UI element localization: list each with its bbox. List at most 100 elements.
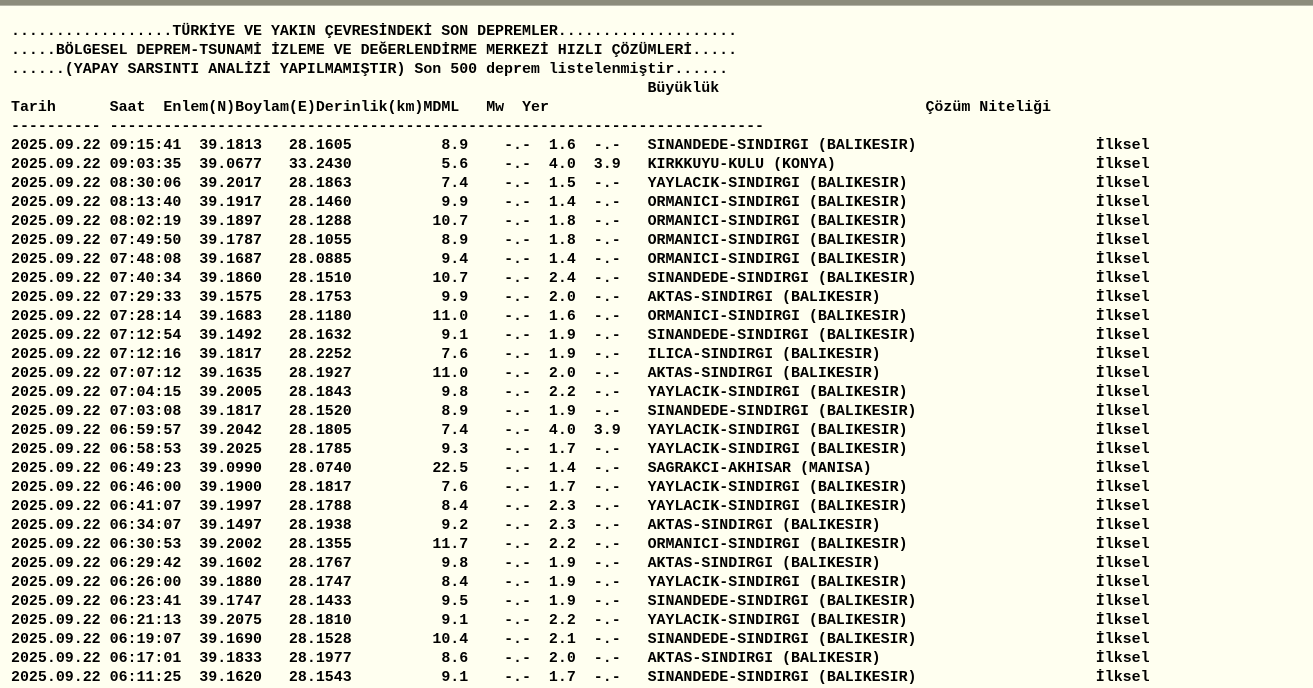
cell-tarih: 2025.09.22 bbox=[11, 499, 101, 515]
table-row: 2025.09.22 08:30:06 39.2017 28.1863 7.4 … bbox=[11, 176, 1150, 192]
cell-saat: 08:30:06 bbox=[109, 176, 182, 192]
cell-md: -.- bbox=[504, 442, 531, 458]
cell-saat: 07:40:34 bbox=[109, 271, 182, 287]
cell-mw: -.- bbox=[593, 252, 621, 268]
table-row: 2025.09.22 07:03:08 39.1817 28.1520 8.9 … bbox=[11, 404, 1150, 420]
cell-boylam: 28.1938 bbox=[288, 518, 352, 534]
cell-yer: SINANDEDE-SINDIRGI (BALIKESIR) bbox=[647, 138, 917, 154]
cell-tarih: 2025.09.22 bbox=[11, 252, 101, 268]
cell-enlem: 39.2025 bbox=[199, 442, 263, 458]
cell-tarih: 2025.09.22 bbox=[11, 404, 101, 420]
separator-tarih: ---------- bbox=[11, 119, 101, 135]
cell-derinlik: 11.0 bbox=[432, 366, 469, 382]
cell-yer: SINANDEDE-SINDIRGI (BALIKESIR) bbox=[647, 404, 917, 420]
cell-boylam: 28.1605 bbox=[288, 138, 352, 154]
cell-tarih: 2025.09.22 bbox=[11, 651, 101, 667]
cell-saat: 07:29:33 bbox=[109, 290, 182, 306]
cell-mw: -.- bbox=[593, 214, 621, 230]
cell-cozum: İlksel bbox=[1095, 195, 1150, 211]
cell-yer: ORMANICI-SINDIRGI (BALIKESIR) bbox=[647, 309, 908, 325]
table-row: 2025.09.22 06:21:13 39.2075 28.1810 9.1 … bbox=[11, 613, 1150, 629]
cell-cozum: İlksel bbox=[1095, 366, 1150, 382]
cell-md: -.- bbox=[504, 214, 531, 230]
cell-saat: 06:19:07 bbox=[109, 632, 182, 648]
cell-enlem: 39.1620 bbox=[199, 670, 263, 686]
cell-tarih: 2025.09.22 bbox=[11, 214, 101, 230]
cell-saat: 07:03:08 bbox=[109, 404, 182, 420]
column-header-boylam: Boylam(E) bbox=[235, 100, 316, 116]
cell-yer: YAYLACIK-SINDIRGI (BALIKESIR) bbox=[647, 442, 908, 458]
cell-ml: 2.0 bbox=[548, 366, 576, 382]
column-header-yer: Yer bbox=[522, 100, 549, 116]
cell-saat: 06:11:25 bbox=[109, 670, 182, 686]
cell-enlem: 39.2042 bbox=[199, 423, 263, 439]
cell-mw: -.- bbox=[593, 442, 621, 458]
cell-yer: YAYLACIK-SINDIRGI (BALIKESIR) bbox=[647, 385, 908, 401]
table-row: 2025.09.22 06:49:23 39.0990 28.0740 22.5… bbox=[11, 461, 1150, 477]
cell-md: -.- bbox=[504, 575, 531, 591]
table-row: 2025.09.22 06:11:25 39.1620 28.1543 9.1 … bbox=[11, 670, 1150, 686]
cell-yer: SAGRAKCI-AKHISAR (MANISA) bbox=[647, 461, 872, 477]
cell-tarih: 2025.09.22 bbox=[11, 442, 101, 458]
cell-ml: 2.4 bbox=[548, 271, 576, 287]
cell-derinlik: 11.7 bbox=[432, 537, 469, 553]
cell-md: -.- bbox=[504, 518, 531, 534]
cell-cozum: İlksel bbox=[1095, 157, 1150, 173]
cell-ml: 1.9 bbox=[548, 575, 576, 591]
cell-boylam: 28.1863 bbox=[288, 176, 352, 192]
cell-mw: 3.9 bbox=[593, 423, 621, 439]
column-header-derinlik: Derinlik(km) bbox=[315, 100, 424, 116]
cell-derinlik: 5.6 bbox=[441, 157, 469, 173]
cell-derinlik: 10.4 bbox=[432, 632, 469, 648]
cell-mw: -.- bbox=[593, 480, 621, 496]
cell-cozum: İlksel bbox=[1095, 442, 1150, 458]
cell-mw: -.- bbox=[593, 404, 621, 420]
table-row: 2025.09.22 07:28:14 39.1683 28.1180 11.0… bbox=[11, 309, 1150, 325]
cell-mw: -.- bbox=[593, 385, 621, 401]
cell-ml: 1.4 bbox=[548, 461, 576, 477]
table-row: 2025.09.22 08:13:40 39.1917 28.1460 9.9 … bbox=[11, 195, 1150, 211]
column-header-enlem: Enlem(N) bbox=[163, 100, 236, 116]
cell-mw: -.- bbox=[593, 518, 621, 534]
cell-yer: KIRKKUYU-KULU (KONYA) bbox=[647, 157, 836, 173]
cell-saat: 07:07:12 bbox=[109, 366, 182, 382]
cell-tarih: 2025.09.22 bbox=[11, 138, 101, 154]
cell-yer: YAYLACIK-SINDIRGI (BALIKESIR) bbox=[647, 176, 908, 192]
cell-md: -.- bbox=[504, 651, 531, 667]
cell-ml: 1.9 bbox=[548, 594, 576, 610]
cell-boylam: 28.0885 bbox=[288, 252, 352, 268]
cell-mw: -.- bbox=[593, 651, 621, 667]
cell-tarih: 2025.09.22 bbox=[11, 613, 101, 629]
cell-derinlik: 7.6 bbox=[441, 347, 469, 363]
cell-yer: SINANDEDE-SINDIRGI (BALIKESIR) bbox=[647, 271, 917, 287]
table-row: 2025.09.22 06:23:41 39.1747 28.1433 9.5 … bbox=[11, 594, 1150, 610]
cell-enlem: 39.1687 bbox=[199, 252, 263, 268]
cell-enlem: 39.1817 bbox=[199, 347, 263, 363]
cell-md: -.- bbox=[504, 537, 531, 553]
cell-mw: -.- bbox=[593, 347, 621, 363]
cell-saat: 06:21:13 bbox=[109, 613, 182, 629]
cell-enlem: 39.2002 bbox=[199, 537, 263, 553]
cell-ml: 1.7 bbox=[548, 480, 576, 496]
cell-cozum: İlksel bbox=[1095, 480, 1150, 496]
cell-derinlik: 9.5 bbox=[441, 594, 469, 610]
cell-yer: YAYLACIK-SINDIRGI (BALIKESIR) bbox=[647, 499, 908, 515]
cell-ml: 1.9 bbox=[548, 347, 576, 363]
separator-saat: -------- bbox=[109, 119, 182, 135]
cell-cozum: İlksel bbox=[1095, 290, 1150, 306]
table-row: 2025.09.22 07:49:50 39.1787 28.1055 8.9 … bbox=[11, 233, 1150, 249]
cell-enlem: 39.1997 bbox=[199, 499, 263, 515]
table-row: 2025.09.22 06:58:53 39.2025 28.1785 9.3 … bbox=[11, 442, 1150, 458]
cell-boylam: 28.1355 bbox=[288, 537, 352, 553]
cell-derinlik: 9.4 bbox=[441, 252, 469, 268]
cell-cozum: İlksel bbox=[1095, 271, 1150, 287]
cell-cozum: İlksel bbox=[1095, 670, 1150, 686]
cell-enlem: 39.2005 bbox=[199, 385, 263, 401]
cell-boylam: 28.1810 bbox=[288, 613, 352, 629]
cell-md: -.- bbox=[504, 404, 531, 420]
cell-saat: 07:49:50 bbox=[109, 233, 182, 249]
cell-md: -.- bbox=[504, 176, 531, 192]
cell-yer: ORMANICI-SINDIRGI (BALIKESIR) bbox=[647, 252, 908, 268]
cell-cozum: İlksel bbox=[1095, 404, 1150, 420]
cell-enlem: 39.0990 bbox=[199, 461, 263, 477]
